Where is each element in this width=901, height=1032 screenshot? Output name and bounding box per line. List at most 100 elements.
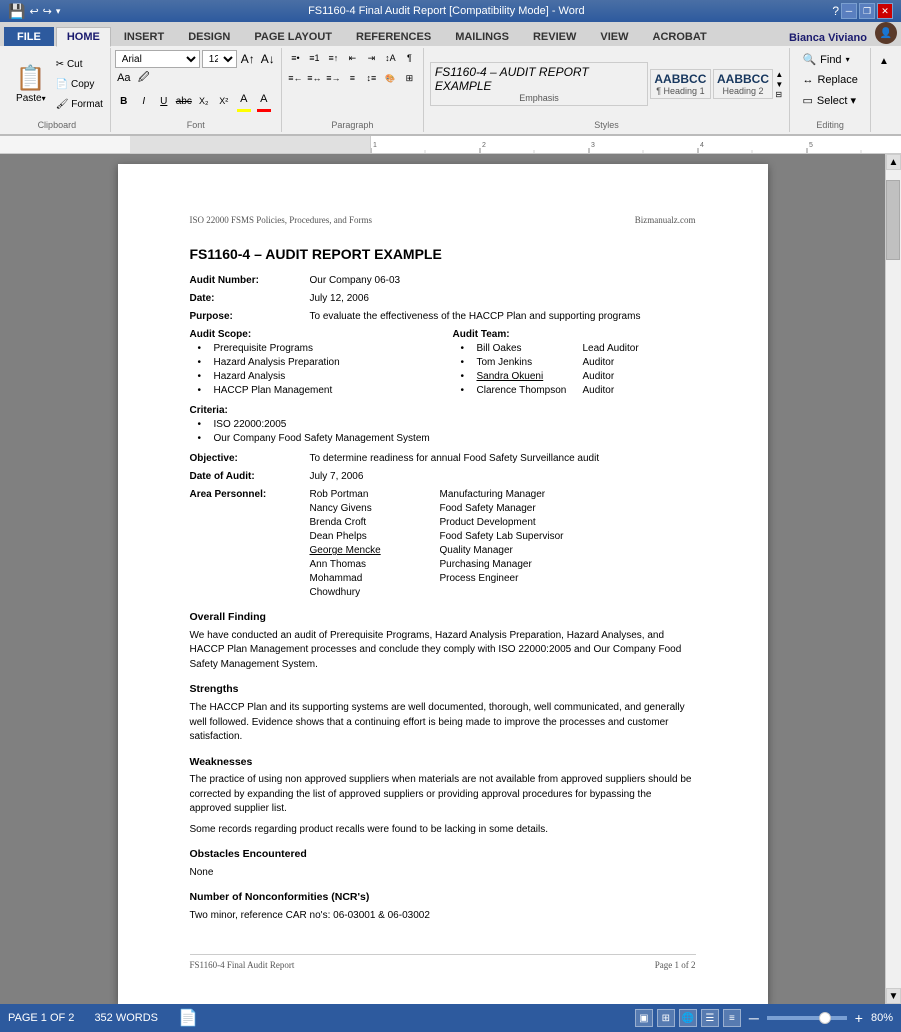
scroll-up-button[interactable]: ▲ [886, 154, 901, 170]
help-icon[interactable]: ? [832, 4, 839, 18]
subscript-button[interactable]: X₂ [195, 92, 213, 110]
personnel-section: Area Personnel: Rob Portman Manufacturin… [190, 488, 696, 600]
multilevel-list-button[interactable]: ≡↑ [324, 50, 342, 66]
style-heading2[interactable]: AABBCC Heading 2 [713, 69, 774, 99]
svg-text:1: 1 [373, 142, 377, 149]
tab-insert[interactable]: INSERT [113, 27, 175, 46]
tab-file[interactable]: FILE [4, 27, 54, 46]
font-color-button[interactable]: A [255, 90, 273, 108]
tab-home[interactable]: HOME [56, 27, 111, 47]
highlight-button[interactable]: A [235, 90, 253, 108]
font-size-select[interactable]: 12 [202, 50, 237, 68]
tab-design[interactable]: DESIGN [177, 27, 241, 46]
header-left: ISO 22000 FSMS Policies, Procedures, and… [190, 214, 373, 227]
zoom-level: 80% [871, 1012, 893, 1024]
zoom-slider[interactable] [767, 1016, 847, 1020]
web-layout-button[interactable]: 🌐 [679, 1009, 697, 1027]
minimize-button[interactable]: ─ [841, 3, 857, 19]
cut-button[interactable]: ✂ Cut [55, 55, 105, 73]
criteria-section: Criteria: • ISO 22000:2005 • Our Company… [190, 404, 696, 446]
increase-font-button[interactable]: A↑ [239, 50, 257, 68]
show-marks-button[interactable]: ¶ [400, 50, 418, 66]
criteria-item-2: • Our Company Food Safety Management Sys… [190, 432, 696, 446]
document-page: ISO 22000 FSMS Policies, Procedures, and… [118, 164, 768, 1004]
svg-text:3: 3 [591, 142, 595, 149]
align-right-button[interactable]: ≡→ [324, 70, 342, 86]
copy-button[interactable]: 📄 Copy [55, 75, 105, 93]
font-name-select[interactable]: Arial [115, 50, 200, 68]
bold-button[interactable]: B [115, 92, 133, 110]
ncr-heading: Number of Nonconformities (NCR's) [190, 890, 696, 905]
tab-acrobat[interactable]: ACROBAT [642, 27, 718, 46]
tab-mailings[interactable]: MAILINGS [444, 27, 520, 46]
replace-button[interactable]: ↔ Replace [795, 71, 864, 89]
print-layout-button[interactable]: ▣ [635, 1009, 653, 1027]
superscript-button[interactable]: X² [215, 92, 233, 110]
word-icon: 💾 [8, 3, 25, 20]
team-row-1: • Bill Oakes Lead Auditor [453, 342, 696, 356]
strikethrough-button[interactable]: abc [175, 92, 193, 110]
paste-button[interactable]: 📋 Paste ▾ [9, 59, 53, 109]
header-right: Bizmanualz.com [635, 214, 696, 227]
style-heading1[interactable]: AABBCC ¶ Heading 1 [650, 69, 711, 99]
audit-number-value: Our Company 06-03 [310, 274, 696, 288]
personnel-row-7: Mohammad Chowdhury Process Engineer [310, 572, 564, 600]
quick-access-undo[interactable]: ↩ [29, 5, 38, 18]
line-spacing-button[interactable]: ↕≡ [362, 70, 380, 86]
zoom-plus-button[interactable]: + [855, 1010, 863, 1026]
border-button[interactable]: ⊞ [400, 70, 418, 86]
align-center-button[interactable]: ≡↔ [305, 70, 323, 86]
document-area[interactable]: ISO 22000 FSMS Policies, Procedures, and… [0, 154, 885, 1004]
paragraph-label: Paragraph [331, 118, 373, 130]
find-button[interactable]: 🔍 Find ▾ [795, 50, 856, 69]
increase-indent-button[interactable]: ⇥ [362, 50, 380, 66]
numbered-list-button[interactable]: ≡1 [305, 50, 323, 66]
styles-scroll[interactable]: ▲ ▼ ⊟ [775, 70, 783, 99]
underline-button[interactable]: U [155, 92, 173, 110]
status-bar: PAGE 1 OF 2 352 WORDS 📄 ▣ ⊞ 🌐 ☰ ≡ ─ + 80… [0, 1004, 901, 1032]
zoom-thumb[interactable] [819, 1012, 831, 1024]
team-row-3: • Sandra Okueni Auditor [453, 370, 696, 384]
footer-right: Page 1 of 2 [655, 959, 696, 972]
align-left-button[interactable]: ≡← [286, 70, 304, 86]
draft-view-button[interactable]: ≡ [723, 1009, 741, 1027]
strengths-heading: Strengths [190, 682, 696, 697]
title-bar: 💾 ↩ ↪ ▾ FS1160-4 Final Audit Report [Com… [0, 0, 901, 22]
scroll-track[interactable] [886, 170, 901, 988]
personnel-row-2: Nancy Givens Food Safety Manager [310, 502, 564, 516]
quick-access-redo[interactable]: ↪ [43, 5, 52, 18]
tab-view[interactable]: VIEW [589, 27, 639, 46]
scroll-down-button[interactable]: ▼ [886, 988, 901, 1004]
style-emphasis[interactable]: FS1160-4 – AUDIT REPORT EXAMPLE Emphasis [430, 62, 648, 106]
personnel-row-5: George Mencke Quality Manager [310, 544, 564, 558]
font-case-button[interactable]: Aa [115, 69, 133, 87]
bullet-list-button[interactable]: ≡• [286, 50, 304, 66]
full-reading-button[interactable]: ⊞ [657, 1009, 675, 1027]
page-count: PAGE 1 OF 2 [8, 1012, 74, 1024]
justify-button[interactable]: ≡ [343, 70, 361, 86]
vertical-scrollbar[interactable]: ▲ ▼ [885, 154, 901, 1004]
font-label: Font [187, 118, 205, 130]
zoom-minus-button[interactable]: ─ [749, 1010, 759, 1026]
outline-view-button[interactable]: ☰ [701, 1009, 719, 1027]
scroll-thumb[interactable] [886, 180, 900, 260]
format-painter-button[interactable]: 🖌 Format [55, 95, 105, 113]
find-icon: 🔍 [802, 53, 816, 66]
tab-page-layout[interactable]: PAGE LAYOUT [243, 27, 343, 46]
restore-button[interactable]: ❐ [859, 3, 875, 19]
shading-button[interactable]: 🎨 [381, 70, 399, 86]
decrease-font-button[interactable]: A↓ [259, 50, 277, 68]
view-icons: ▣ ⊞ 🌐 ☰ ≡ [635, 1009, 741, 1027]
decrease-indent-button[interactable]: ⇤ [343, 50, 361, 66]
tab-references[interactable]: REFERENCES [345, 27, 442, 46]
select-button[interactable]: ▭ Select ▾ [795, 91, 863, 110]
replace-icon: ↔ [802, 74, 813, 86]
close-button[interactable]: ✕ [877, 3, 893, 19]
collapse-ribbon-button[interactable]: ▲ [875, 52, 893, 70]
tab-review[interactable]: REVIEW [522, 27, 587, 46]
italic-button[interactable]: I [135, 92, 153, 110]
sort-button[interactable]: ↕A [381, 50, 399, 66]
clear-format-button[interactable]: 🖉 [135, 69, 153, 87]
obstacles-heading: Obstacles Encountered [190, 847, 696, 862]
ribbon-content: 📋 Paste ▾ ✂ Cut 📄 Copy 🖌 Format Clipboar… [0, 46, 901, 136]
